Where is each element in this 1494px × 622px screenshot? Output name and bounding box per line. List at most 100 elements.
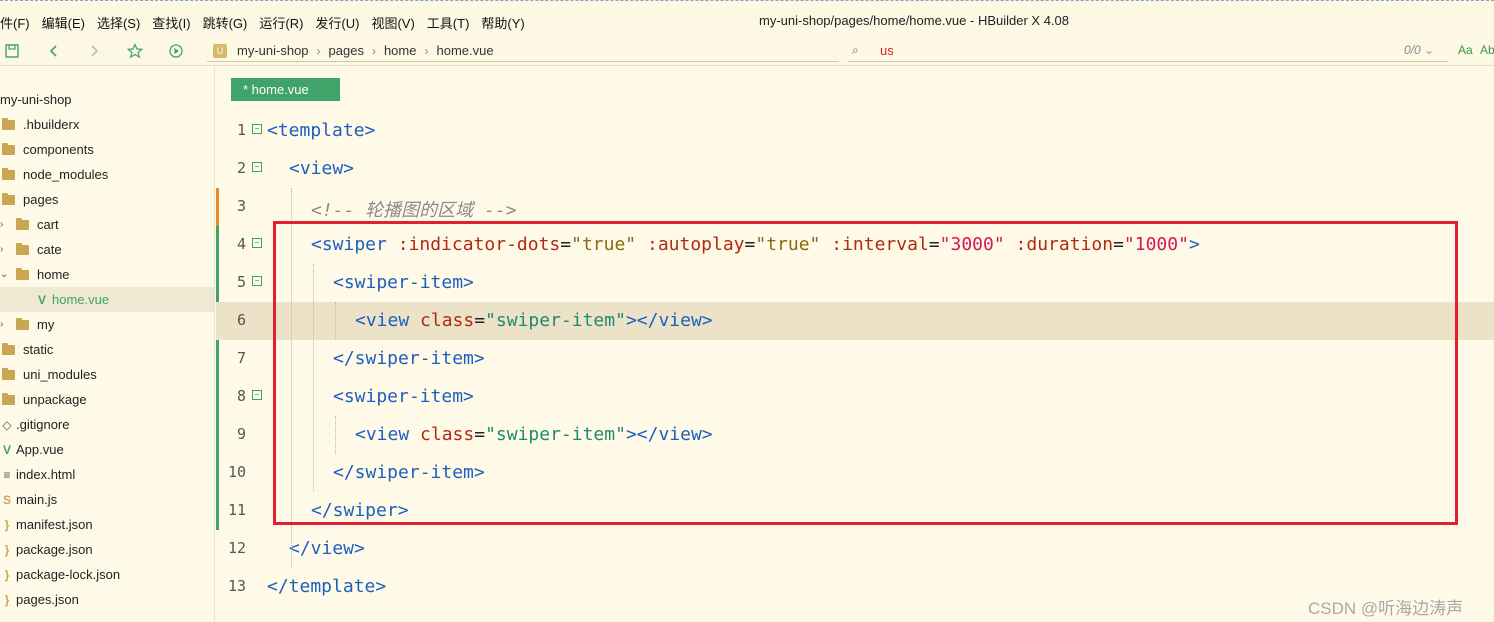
menu-run[interactable]: 运行(R) [259, 13, 303, 32]
tab-home-vue[interactable]: * home.vue [231, 78, 340, 101]
folder-icon [2, 367, 15, 380]
menu-select[interactable]: 选择(S) [97, 13, 140, 32]
menu-find[interactable]: 查找(I) [152, 13, 190, 32]
code-line-13: 13 </template> [216, 568, 1494, 606]
folder-icon [2, 342, 15, 355]
tree-item-label: .hbuilderx [23, 117, 80, 132]
line-number: 11 [227, 501, 246, 519]
tree-item-label: package.json [16, 542, 93, 557]
tree-item-label: .gitignore [16, 417, 70, 432]
tree-item-manifest-json[interactable]: } manifest.json [0, 512, 214, 537]
back-icon[interactable] [45, 42, 63, 60]
tree-item-gitignore[interactable]: ◇ .gitignore [0, 412, 214, 437]
forward-icon[interactable] [85, 42, 103, 60]
project-icon: U [213, 43, 227, 58]
tree-item-static[interactable]: static [0, 337, 214, 362]
chevron-right-icon[interactable]: › [0, 244, 10, 255]
code-line-12: 12 </view> [216, 530, 1494, 568]
fold-icon[interactable]: − [252, 390, 262, 400]
tree-item-index-html[interactable]: ≡ index.html [0, 462, 214, 487]
tree-item-pages[interactable]: pages [0, 187, 214, 212]
chevron-down-icon[interactable]: ⌄ [1424, 43, 1434, 57]
match-case-button[interactable]: Aa [1458, 43, 1473, 57]
json-file-icon: } [4, 517, 10, 532]
html-file-icon: ≡ [3, 467, 11, 482]
tree-item-home[interactable]: ⌄ home [0, 262, 214, 287]
code-text: </template> [267, 576, 387, 597]
tree-item-label: node_modules [23, 167, 109, 182]
whole-word-button[interactable]: Ab [1480, 43, 1494, 57]
breadcrumb-project[interactable]: my-uni-shop [237, 43, 309, 58]
menu-goto[interactable]: 跳转(G) [203, 13, 248, 32]
code-comment: <!-- 轮播图的区域 --> [311, 200, 517, 221]
code-line-7: 7 </swiper-item> [216, 340, 1494, 378]
tree-item-cate[interactable]: › cate [0, 237, 214, 262]
tree-item-main-js[interactable]: S main.js [0, 487, 214, 512]
folder-icon [16, 317, 29, 330]
folder-icon [16, 217, 29, 230]
chevron-down-icon[interactable]: ⌄ [0, 269, 10, 280]
star-icon[interactable] [126, 42, 144, 60]
project-explorer: my-uni-shop .hbuilderx components node_m… [0, 66, 215, 622]
folder-icon [2, 117, 15, 130]
menu-edit[interactable]: 编辑(E) [42, 13, 85, 32]
tree-item-pages-json[interactable]: } pages.json [0, 587, 214, 612]
toolbar: U my-uni-shop › pages › home › home.vue … [0, 36, 1494, 66]
tree-item-uni-modules[interactable]: uni_modules [0, 362, 214, 387]
breadcrumb-home[interactable]: home [384, 43, 417, 58]
code-text: <swiper-item> [333, 386, 474, 407]
tree-item-label: index.html [16, 467, 76, 482]
search-icon: ⌕ [852, 43, 859, 57]
tree-item-app-vue[interactable]: V App.vue [0, 437, 214, 462]
tree-item-home-vue[interactable]: V home.vue [0, 287, 214, 312]
js-file-icon: S [2, 492, 11, 507]
tree-item-my[interactable]: › my [0, 312, 214, 337]
indent-guide [335, 302, 336, 340]
code-text: <template> [267, 120, 376, 141]
breadcrumb-file[interactable]: home.vue [436, 43, 493, 58]
json-file-icon: } [4, 592, 10, 607]
code-text: <view class="swiper-item"></view> [355, 310, 713, 331]
vue-file-icon: V [38, 292, 47, 307]
line-number: 8 [236, 387, 246, 405]
search-input[interactable]: ⌕ us 0/0 ⌄ [848, 40, 1448, 62]
tree-item-hbuilderx[interactable]: .hbuilderx [0, 112, 214, 137]
folder-open-icon [16, 267, 29, 280]
chevron-right-icon[interactable]: › [0, 219, 10, 230]
chevron-right-icon[interactable]: › [0, 319, 10, 330]
fold-icon[interactable]: − [252, 124, 262, 134]
breadcrumb-pages[interactable]: pages [329, 43, 364, 58]
tree-item-package-json[interactable]: } package.json [0, 537, 214, 562]
code-line-3: 3 <!-- 轮播图的区域 --> [216, 188, 1494, 226]
tree-item-components[interactable]: components [0, 137, 214, 162]
tree-item-label: pages [23, 192, 59, 207]
menu-file[interactable]: 件(F) [0, 13, 30, 32]
tree-item-label: package-lock.json [16, 567, 121, 582]
code-line-1: 1 − <template> [216, 112, 1494, 150]
tree-item-label: home [37, 267, 70, 282]
menu-publish[interactable]: 发行(U) [315, 13, 359, 32]
save-icon[interactable] [3, 42, 21, 60]
run-icon[interactable] [167, 42, 185, 60]
menu-view[interactable]: 视图(V) [371, 13, 414, 32]
fold-icon[interactable]: − [252, 162, 262, 172]
menu-bar: 件(F) 编辑(E) 选择(S) 查找(I) 跳转(G) 运行(R) 发行(U)… [0, 0, 1494, 36]
vue-file-icon: V [2, 442, 11, 457]
tree-item-root[interactable]: my-uni-shop [0, 87, 214, 112]
tree-item-label: manifest.json [16, 517, 93, 532]
code-editor[interactable]: * home.vue 1 − <template> 2 − <view> 3 <… [216, 66, 1494, 622]
fold-icon[interactable]: − [252, 276, 262, 286]
tree-item-unpackage[interactable]: unpackage [0, 387, 214, 412]
line-number: 1 [236, 121, 246, 139]
tree-item-package-lock-json[interactable]: } package-lock.json [0, 562, 214, 587]
fold-icon[interactable]: − [252, 238, 262, 248]
tree-item-node-modules[interactable]: node_modules [0, 162, 214, 187]
line-number: 5 [236, 273, 246, 291]
menu-tools[interactable]: 工具(T) [427, 13, 470, 32]
folder-icon [16, 242, 29, 255]
line-number: 3 [236, 197, 246, 215]
menu-help[interactable]: 帮助(Y) [481, 13, 524, 32]
indent-guide [313, 264, 314, 492]
tree-item-cart[interactable]: › cart [0, 212, 214, 237]
code-line-11: 11 </swiper> [216, 492, 1494, 530]
